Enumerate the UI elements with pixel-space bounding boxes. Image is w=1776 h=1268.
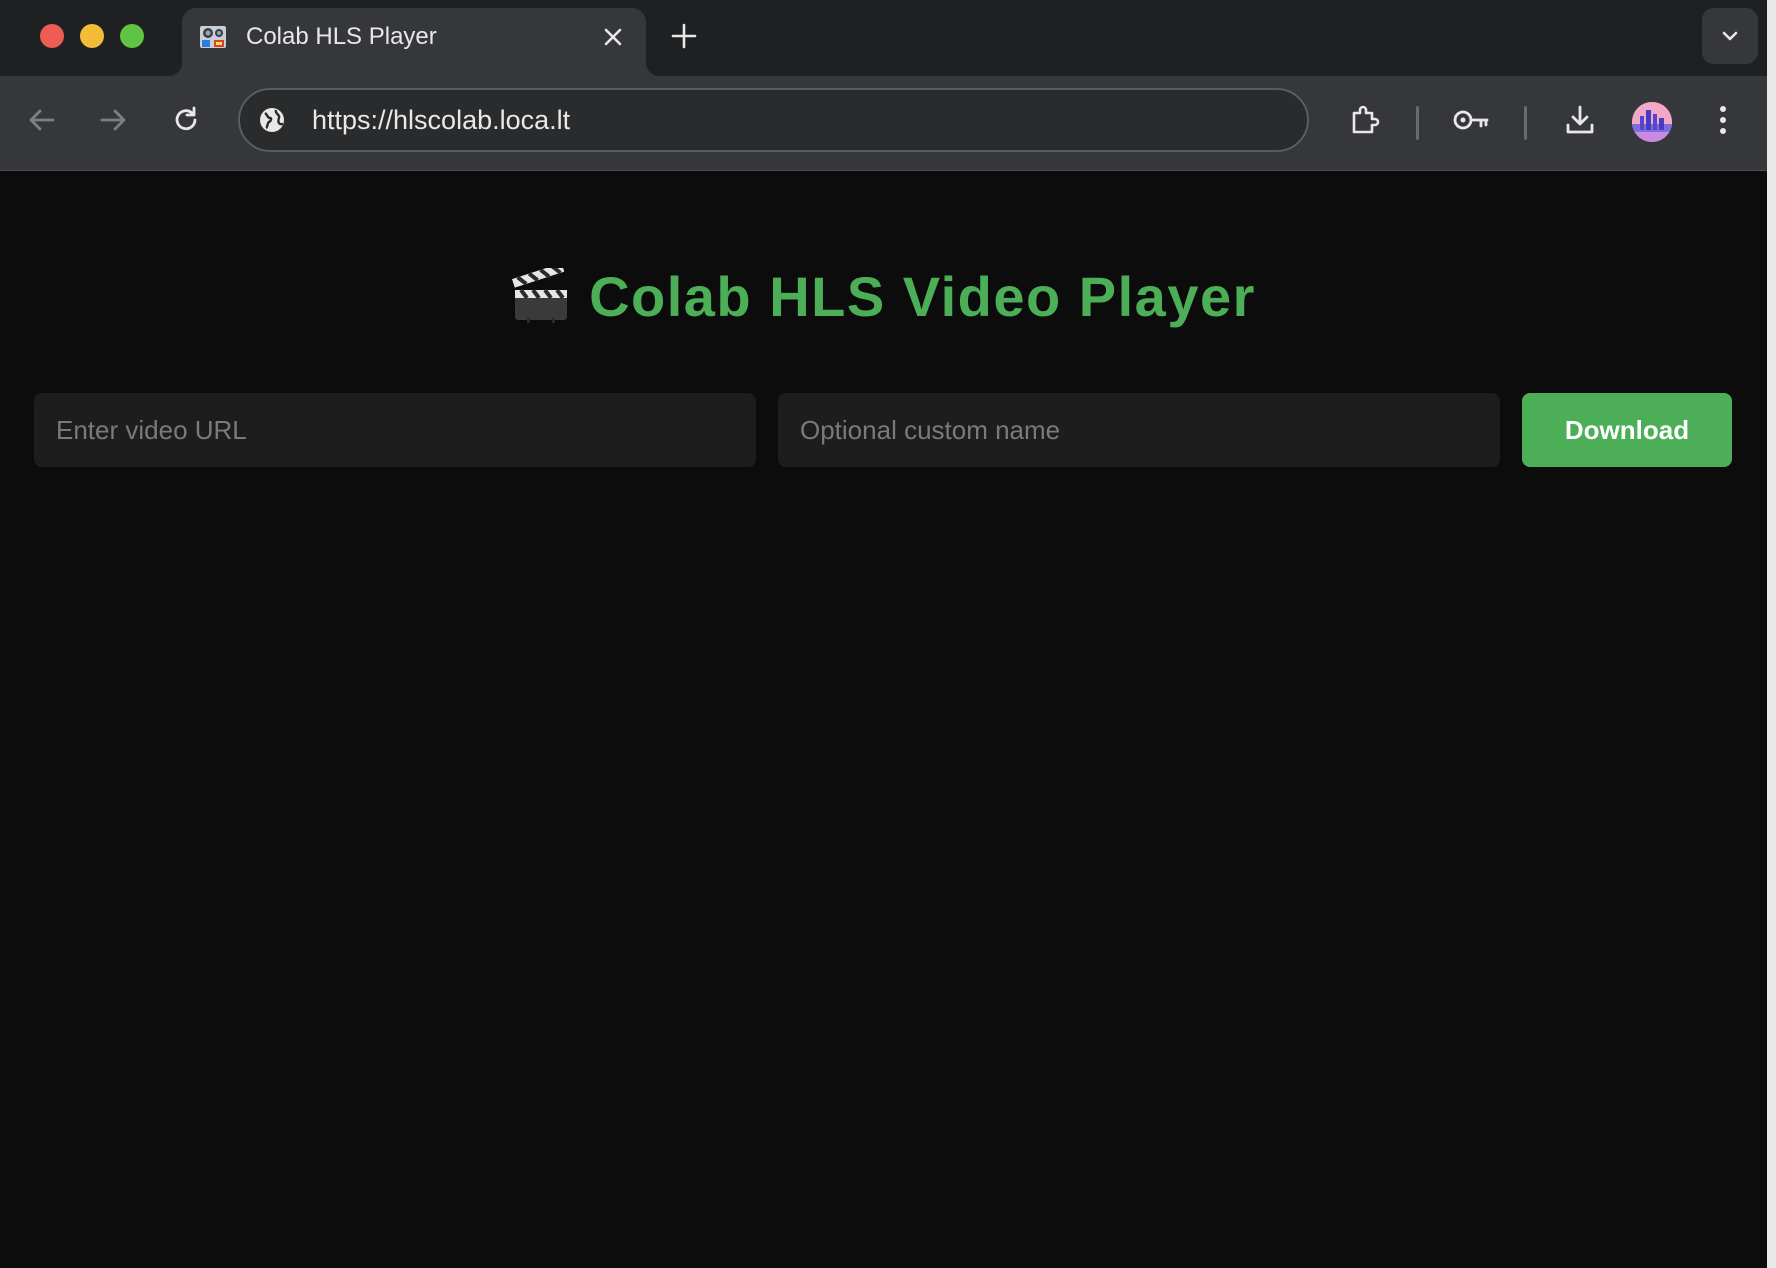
toolbar-separator (1524, 106, 1527, 140)
clapperboard-icon (511, 263, 571, 324)
extensions-icon[interactable] (1345, 100, 1385, 140)
browser-window: Colab HLS Player https://hlscolab.loca.l… (0, 0, 1767, 1268)
window-edge (1767, 0, 1776, 1268)
more-menu-icon[interactable] (1703, 100, 1743, 140)
film-camera-icon (198, 22, 228, 52)
back-arrow-icon[interactable] (22, 100, 62, 140)
page-content: Colab HLS Video Player Download (0, 171, 1767, 1268)
tab-strip: Colab HLS Player (0, 0, 1767, 76)
page-title: Colab HLS Video Player (0, 263, 1767, 331)
tab-colab-hls-player[interactable]: Colab HLS Player (168, 8, 660, 76)
download-button[interactable]: Download (1522, 393, 1732, 467)
address-url: https://hlscolab.loca.lt (312, 105, 571, 135)
address-bar[interactable]: https://hlscolab.loca.lt (238, 88, 1309, 152)
download-icon[interactable] (1560, 100, 1600, 140)
reload-icon[interactable] (166, 100, 206, 140)
avatar[interactable] (1632, 102, 1672, 142)
password-key-icon[interactable] (1451, 100, 1491, 140)
video-url-input[interactable] (34, 393, 756, 467)
chevron-down-icon[interactable] (1702, 8, 1758, 64)
maximize-window-button[interactable] (120, 24, 144, 48)
close-icon[interactable] (598, 22, 628, 52)
tab-title: Colab HLS Player (246, 23, 437, 50)
forward-arrow-icon[interactable] (93, 100, 133, 140)
custom-name-input[interactable] (778, 393, 1500, 467)
browser-toolbar: https://hlscolab.loca.lt (0, 76, 1767, 171)
page-title-text: Colab HLS Video Player (589, 265, 1256, 328)
globe-icon[interactable] (256, 104, 288, 136)
minimize-window-button[interactable] (80, 24, 104, 48)
close-window-button[interactable] (40, 24, 64, 48)
toolbar-separator (1416, 106, 1419, 140)
plus-icon[interactable] (666, 18, 702, 54)
